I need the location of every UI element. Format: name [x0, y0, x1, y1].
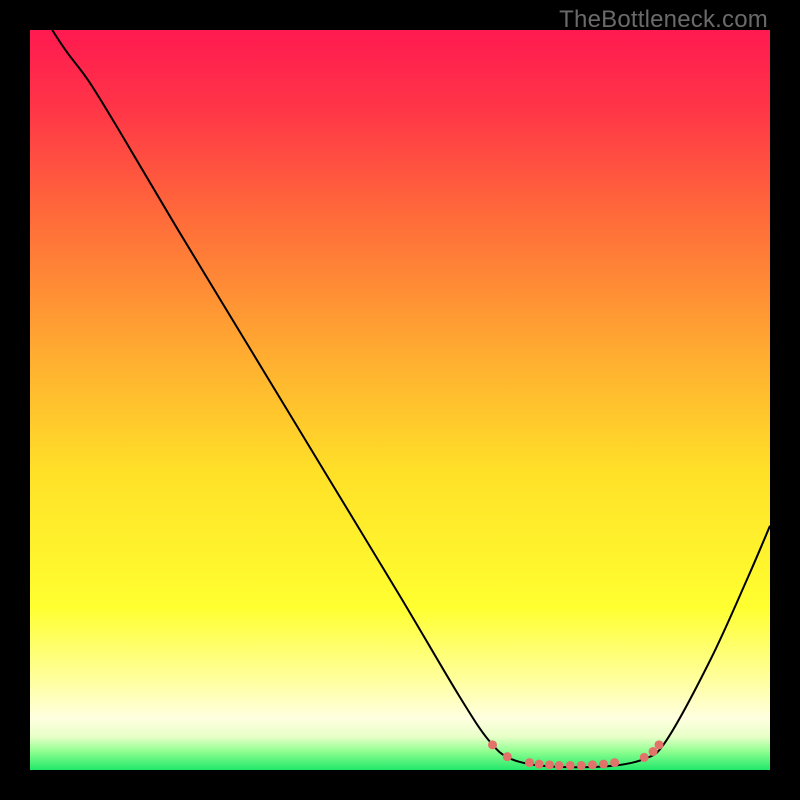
- valley-marker: [566, 761, 575, 770]
- valley-marker: [555, 761, 564, 770]
- valley-marker: [535, 760, 544, 769]
- bottleneck-chart: [30, 30, 770, 770]
- valley-marker: [640, 753, 649, 762]
- valley-marker: [655, 740, 664, 749]
- valley-marker: [503, 752, 512, 761]
- gradient-background: [30, 30, 770, 770]
- valley-marker: [525, 758, 534, 767]
- chart-frame: [30, 30, 770, 770]
- valley-marker: [577, 761, 586, 770]
- valley-marker: [588, 760, 597, 769]
- valley-marker: [488, 740, 497, 749]
- valley-marker: [545, 760, 554, 769]
- valley-marker: [599, 760, 608, 769]
- valley-marker: [610, 758, 619, 767]
